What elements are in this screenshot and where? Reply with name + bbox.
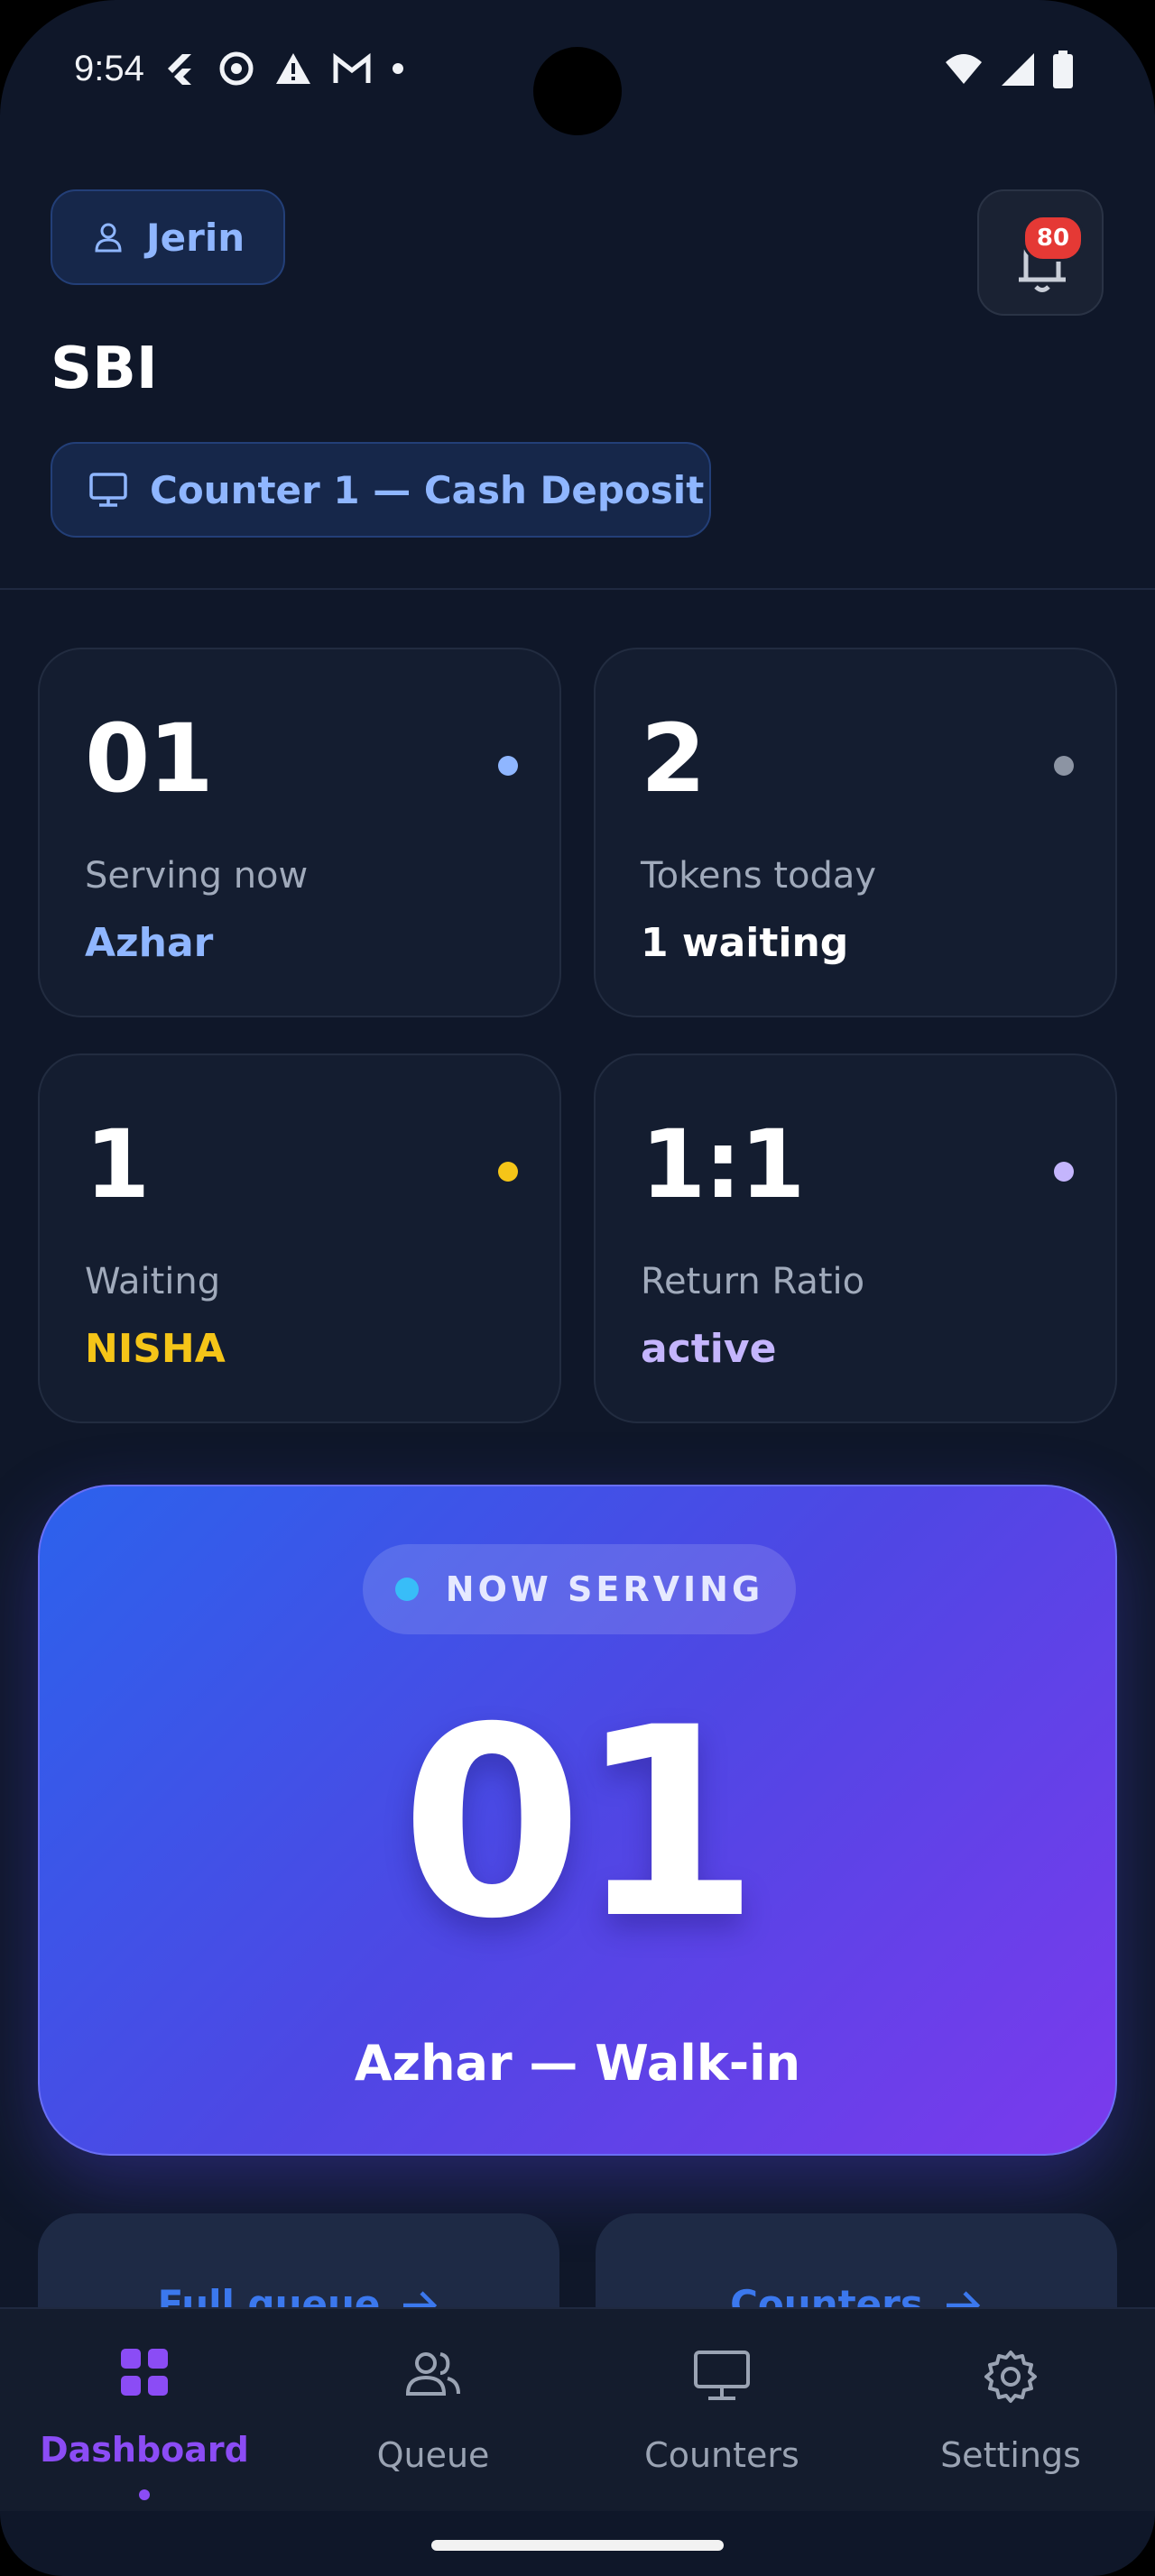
stat-label: Serving now (85, 855, 309, 897)
stat-label: Return Ratio (641, 1261, 865, 1302)
now-serving-card: NOW SERVING 01 Azhar — Walk-in (38, 1485, 1117, 2156)
status-notification-icons (162, 51, 404, 87)
flutter-icon (168, 54, 191, 85)
nav-item-dashboard[interactable]: Dashboard (0, 2309, 289, 2511)
stat-value: 1:1 (641, 1109, 805, 1219)
stat-sub: 1 waiting (641, 920, 849, 966)
bottom-navigation: Dashboard Queue Counters Settings (0, 2307, 1155, 2511)
phone-screen: 9:54 Jerin 80 SBI Counter 1 — Cash Depos… (0, 0, 1155, 2576)
people-icon (405, 2352, 460, 2396)
more-notifications-dot-icon (393, 63, 403, 74)
bank-name: SBI (51, 336, 158, 402)
gmail-icon (333, 52, 371, 83)
status-dot (498, 1162, 518, 1182)
monitor-icon (694, 2351, 750, 2400)
grid-icon (121, 2349, 168, 2396)
stat-value: 01 (85, 704, 214, 814)
status-dot (498, 756, 518, 776)
home-indicator[interactable] (431, 2540, 724, 2551)
stat-card-waiting[interactable]: 1 Waiting NISHA (38, 1053, 561, 1423)
header-divider (0, 588, 1155, 590)
active-indicator-dot (139, 2489, 150, 2500)
status-system-icons (944, 51, 1074, 88)
stat-sub: Azhar (85, 920, 214, 966)
current-token-number: 01 (401, 1672, 760, 1976)
notifications-button[interactable]: 80 (977, 189, 1104, 316)
stat-label: Waiting (85, 1261, 221, 1302)
status-dot (1054, 1162, 1074, 1182)
user-chip[interactable]: Jerin (51, 189, 285, 285)
now-serving-pill: NOW SERVING (363, 1544, 796, 1634)
stat-sub: active (641, 1326, 777, 1372)
now-serving-label: NOW SERVING (445, 1569, 764, 1609)
stat-label: Tokens today (641, 855, 877, 897)
stat-value: 1 (85, 1109, 150, 1219)
gear-icon (984, 2351, 1037, 2403)
status-time: 9:54 (74, 49, 144, 88)
warning-icon (276, 53, 310, 84)
current-customer-name: Azhar — Walk-in (354, 2035, 801, 2092)
nav-label: Settings (940, 2435, 1081, 2475)
nav-label: Queue (376, 2435, 490, 2475)
notification-badge: 80 (1022, 215, 1084, 262)
stat-value: 2 (641, 704, 706, 814)
nav-label: Counters (644, 2435, 799, 2475)
stat-card-return-ratio[interactable]: 1:1 Return Ratio active (594, 1053, 1117, 1423)
status-dot (1054, 756, 1074, 776)
monitor-icon (89, 473, 127, 507)
front-camera (533, 47, 622, 135)
person-icon (95, 223, 122, 253)
signal-icon (1002, 53, 1034, 86)
chrome-icon (219, 51, 254, 86)
counter-chip-label: Counter 1 — Cash Deposit (150, 467, 705, 512)
stat-sub: NISHA (85, 1326, 226, 1372)
nav-label: Dashboard (40, 2430, 249, 2470)
nav-item-counters[interactable]: Counters (578, 2309, 866, 2511)
battery-icon (1053, 51, 1073, 88)
stat-card-tokens-today[interactable]: 2 Tokens today 1 waiting (594, 648, 1117, 1017)
stat-card-serving-now[interactable]: 01 Serving now Azhar (38, 648, 561, 1017)
user-chip-label: Jerin (146, 215, 245, 260)
counter-chip[interactable]: Counter 1 — Cash Deposit (51, 442, 711, 538)
nav-item-settings[interactable]: Settings (866, 2309, 1155, 2511)
nav-item-queue[interactable]: Queue (289, 2309, 578, 2511)
live-dot (394, 1578, 419, 1601)
status-bar: 9:54 (0, 36, 1155, 135)
wifi-icon (946, 54, 982, 84)
